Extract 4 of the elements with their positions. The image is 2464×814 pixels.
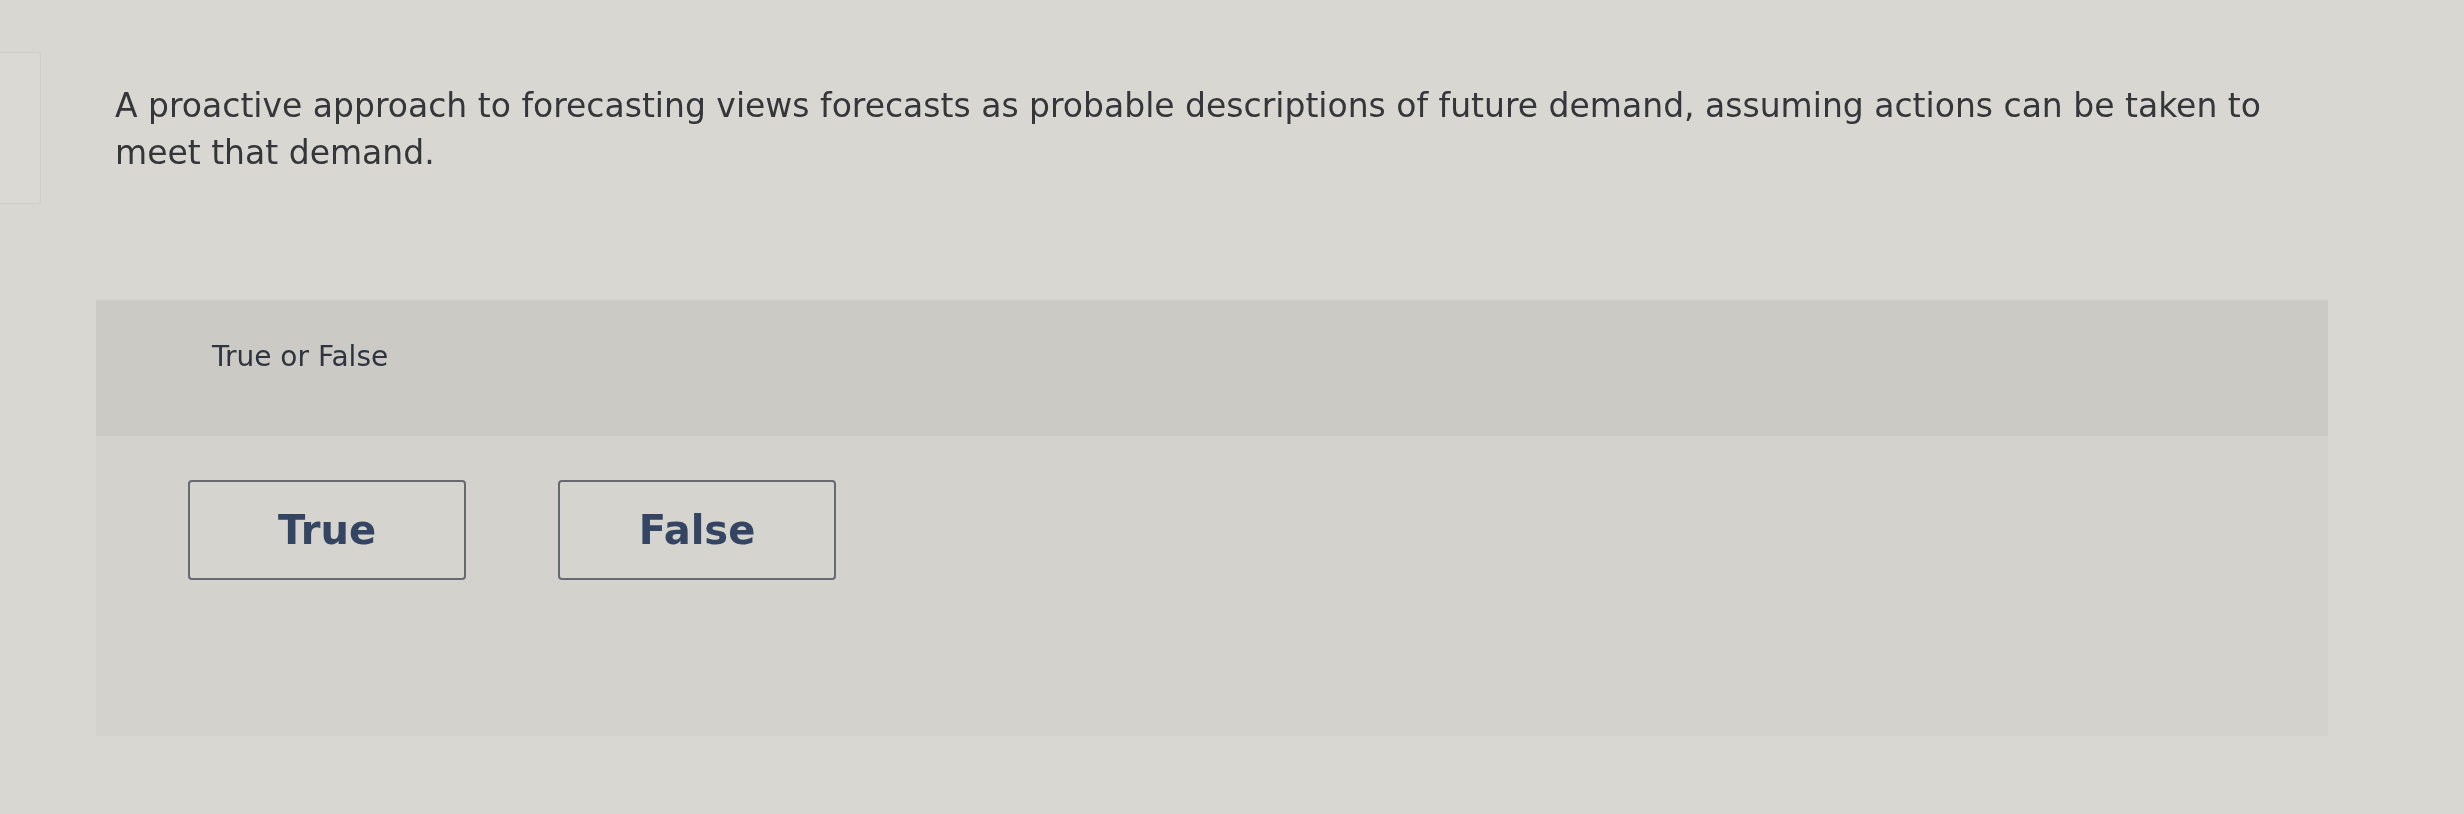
answer-option-button[interactable]: True: [188, 480, 466, 580]
answer-option-button[interactable]: False: [558, 480, 836, 580]
prompt-text: True or False: [212, 340, 389, 374]
question-text: A proactive approach to forecasting views forecasts as probable descriptions of future demand, assuming actions can be taken to meet that demand.: [115, 85, 2262, 174]
